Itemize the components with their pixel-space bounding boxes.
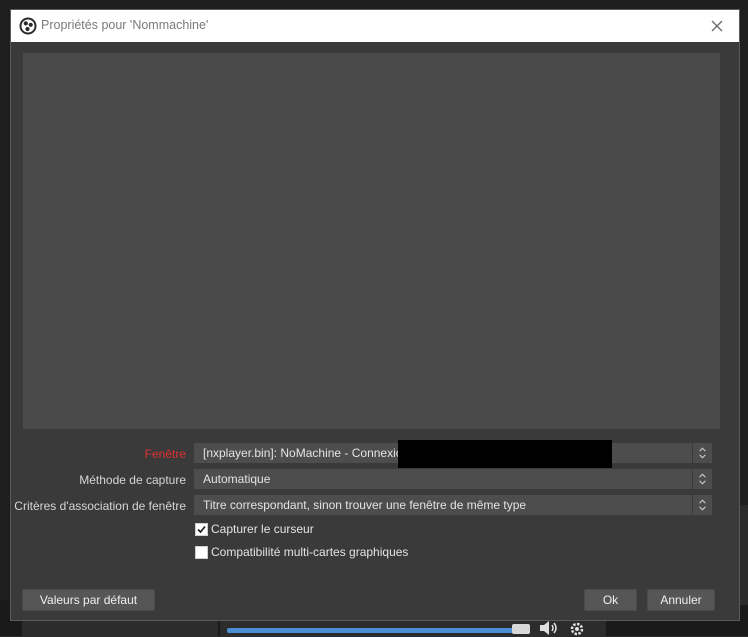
window-select[interactable]: [nxplayer.bin]: NoMachine - Connexion à (194, 440, 712, 468)
match-priority-select[interactable]: Titre correspondant, sinon trouver une f… (194, 495, 712, 515)
defaults-button[interactable]: Valeurs par défaut (22, 589, 155, 611)
ok-button[interactable]: Ok (584, 589, 637, 611)
obs-logo-icon (19, 17, 37, 35)
window-select-value: [nxplayer.bin]: NoMachine - Connexion à (203, 446, 420, 460)
updown-chevron-icon (692, 443, 706, 463)
capture-method-select[interactable]: Automatique (194, 469, 712, 489)
updown-chevron-icon (692, 469, 706, 489)
dialog-title: Propriétés pour 'Nommachine' (41, 18, 209, 32)
capture-method-value: Automatique (203, 472, 271, 486)
updown-chevron-icon (692, 495, 706, 515)
checkmark-icon (197, 525, 206, 534)
window-label: Fenêtre (144, 447, 186, 461)
capture-cursor-label: Capturer le curseur (211, 522, 314, 536)
match-priority-label: Critères d'association de fenêtre (14, 499, 186, 513)
cancel-button[interactable]: Annuler (647, 589, 715, 611)
dialog-titlebar: Propriétés pour 'Nommachine' (11, 10, 739, 42)
properties-dialog: Propriétés pour 'Nommachine' Fenêtre [nx… (10, 9, 740, 621)
capture-cursor-checkbox[interactable] (195, 523, 208, 536)
volume-slider-handle[interactable] (512, 624, 530, 634)
capture-method-label: Méthode de capture (79, 473, 186, 487)
multi-adapter-label: Compatibilité multi-cartes graphiques (211, 545, 409, 559)
gear-icon[interactable] (568, 620, 586, 636)
close-icon[interactable] (707, 16, 727, 36)
match-priority-value: Titre correspondant, sinon trouver une f… (203, 498, 527, 512)
volume-slider-track[interactable] (227, 628, 527, 633)
speaker-icon[interactable] (538, 620, 560, 636)
redacted-block (398, 440, 612, 468)
multi-adapter-checkbox[interactable] (195, 546, 208, 559)
source-preview (23, 53, 720, 429)
